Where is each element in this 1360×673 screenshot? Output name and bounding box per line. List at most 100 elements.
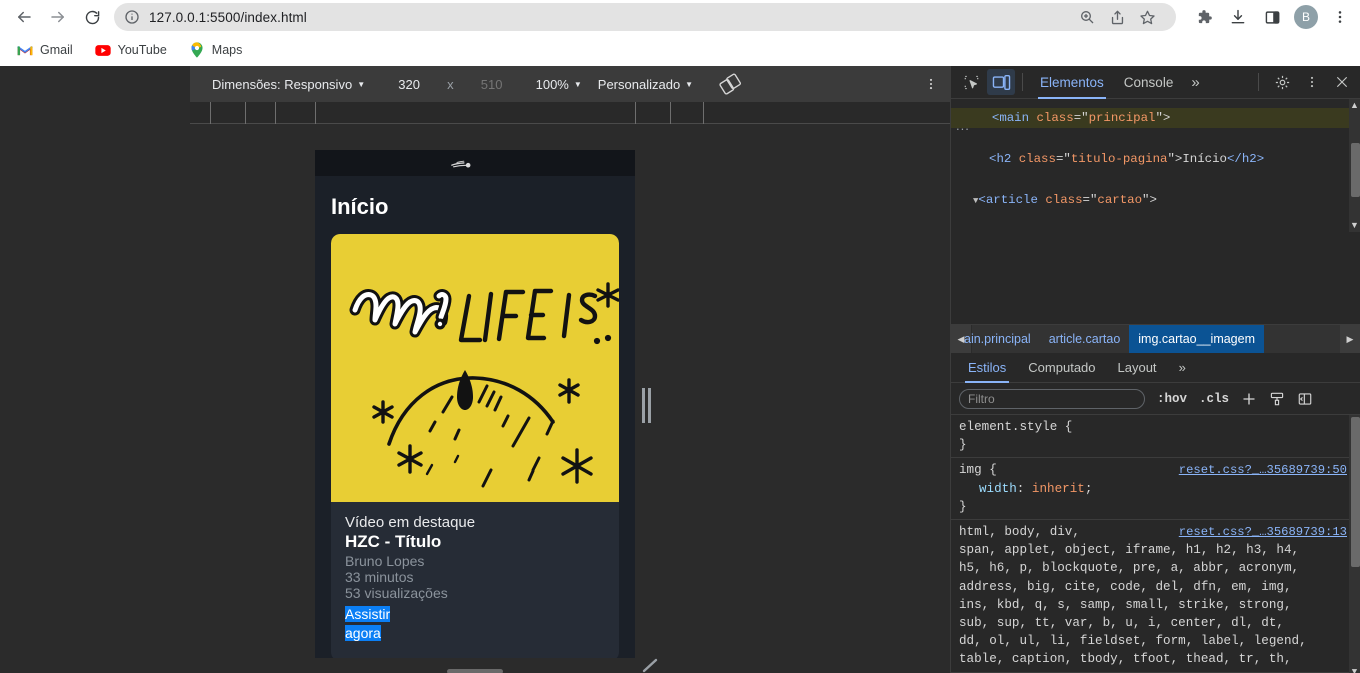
card-banner-image[interactable] [331, 234, 619, 502]
dom-line-main[interactable]: <main class="principal"> [951, 107, 1360, 128]
dom-line-article[interactable]: ▼<article class="cartao"> [951, 190, 1360, 212]
bookmark-gmail[interactable]: Gmail [12, 39, 78, 61]
share-icon[interactable] [1104, 4, 1130, 30]
toggle-class-button[interactable]: .cls [1199, 392, 1229, 406]
toggle-hover-state-button[interactable]: :hov [1157, 392, 1187, 406]
add-style-rule-icon[interactable] [1241, 391, 1257, 407]
dom-tree[interactable]: <main class="principal"> <h2 class="titu… [951, 99, 1360, 232]
viewport-height-input[interactable] [463, 74, 520, 94]
bookmark-maps[interactable]: Maps [184, 39, 248, 61]
breadcrumb-item-img[interactable]: img.cartao__imagem [1129, 325, 1264, 353]
card-watch-link[interactable]: Assistir agora [345, 605, 393, 643]
dom-article-attr: class [1045, 192, 1083, 207]
styles-scroll-thumb[interactable] [1351, 417, 1360, 567]
devtools-kebab-menu[interactable] [1298, 69, 1326, 95]
card-watch-link-line1[interactable]: Assistir [345, 605, 391, 622]
breadcrumb-next-button[interactable]: ▶ [1340, 325, 1360, 353]
styles-more-tabs-icon[interactable]: » [1168, 353, 1197, 383]
rotate-device-icon[interactable] [719, 73, 742, 95]
chrome-menu-button[interactable] [1326, 3, 1354, 31]
breadcrumb-item-article[interactable]: article.cartao [1040, 325, 1130, 353]
viewport-ruler[interactable] [190, 102, 950, 124]
browser-toolbar-icons: B [1184, 3, 1360, 31]
featured-card[interactable]: Vídeo em destaque HZC - Título Bruno Lop… [331, 234, 619, 658]
rule-source-link[interactable]: reset.css?_…35689739:50 [1179, 461, 1347, 479]
scroll-up-arrow-icon[interactable]: ▲ [1350, 101, 1359, 110]
bookmark-youtube[interactable]: YouTube [90, 39, 172, 61]
dom-h2-close: h2 [1241, 151, 1257, 166]
reload-button[interactable] [78, 3, 106, 31]
profile-avatar[interactable]: B [1292, 3, 1320, 31]
side-panel-icon[interactable] [1258, 3, 1286, 31]
extensions-puzzle-icon[interactable] [1190, 3, 1218, 31]
maps-pin-icon [189, 42, 205, 58]
dom-h2-text: Início [1182, 151, 1227, 166]
dom-breadcrumb: ◀ ain.principal article.cartao img.carta… [951, 324, 1360, 353]
rule-source-link[interactable]: reset.css?_…35689739:13 [1179, 523, 1347, 541]
zoom-icon[interactable] [1074, 4, 1100, 30]
declaration-property[interactable]: width [979, 482, 1017, 496]
scroll-down-arrow-icon[interactable]: ▼ [1350, 668, 1359, 673]
forward-button[interactable] [44, 3, 72, 31]
dom-tree-scrollbar[interactable]: ▲ ▼ [1349, 99, 1360, 232]
omnibox-actions [1070, 4, 1166, 30]
dom-tree-lines: <main class="principal"> <h2 class="titu… [951, 99, 1360, 232]
element-classes-brush-icon[interactable] [1269, 391, 1285, 407]
tab-computado[interactable]: Computado [1017, 353, 1106, 383]
tab-estilos[interactable]: Estilos [957, 353, 1017, 383]
styles-rules-list[interactable]: element.style { } img { reset.css?_…3568… [951, 415, 1360, 673]
device-toolbar-menu[interactable] [924, 77, 938, 91]
emulated-viewport[interactable]: Início Vídeo em destaque HZC - Título Br… [315, 150, 635, 658]
rule-element-style[interactable]: element.style { } [951, 415, 1360, 459]
dom-line-h2[interactable]: <h2 class="titulo-pagina">Início</h2> [951, 149, 1360, 170]
rule-declaration[interactable]: width: inherit; [959, 480, 1351, 498]
back-button[interactable] [10, 3, 38, 31]
device-emulation-toolbar: Dimensões: Responsivo ▼ x 100% ▼ Persona… [190, 66, 950, 102]
bookmarks-bar: Gmail YouTube Maps [0, 34, 1360, 66]
gear-icon[interactable] [1268, 69, 1296, 95]
dom-ellipsis-badge[interactable]: ... [956, 118, 970, 133]
viewport-corner-resize-handle[interactable] [642, 658, 660, 673]
viewport-width-input[interactable] [381, 74, 438, 94]
dom-line-img[interactable]: <img src="assets/img/banner-mobile_1.png [951, 232, 1360, 233]
site-info-icon[interactable] [124, 9, 140, 25]
avatar-letter: B [1294, 5, 1318, 29]
card-eyebrow: Vídeo em destaque [345, 514, 476, 531]
download-icon[interactable] [1224, 3, 1252, 31]
throttling-select[interactable]: Personalizado ▼ [598, 77, 693, 92]
card-watch-link-line2[interactable]: agora [345, 624, 381, 641]
address-bar[interactable]: 127.0.0.1:5500/index.html [114, 3, 1176, 31]
close-icon[interactable] [1328, 69, 1356, 95]
tab-elementos[interactable]: Elementos [1030, 66, 1114, 99]
scroll-down-arrow-icon[interactable]: ▼ [1350, 221, 1359, 230]
page-header-bar [315, 150, 635, 176]
rule-img[interactable]: img { reset.css?_…35689739:50 width: inh… [951, 458, 1360, 521]
canvas-horizontal-scrollbar[interactable] [447, 669, 503, 673]
page-main: Início Vídeo em destaque HZC - Título Br… [315, 176, 635, 658]
styles-scrollbar[interactable]: ▼ [1349, 415, 1360, 673]
devtools-tabbar: Elementos Console » [951, 66, 1360, 99]
declaration-value[interactable]: inherit [1032, 482, 1085, 496]
more-tabs-chevron-icon[interactable]: » [1183, 74, 1207, 91]
chevron-down-icon: ▼ [357, 80, 366, 89]
dom-scroll-thumb[interactable] [1351, 143, 1360, 197]
bookmark-label: Maps [211, 43, 243, 57]
bookmark-star-icon[interactable] [1134, 4, 1160, 30]
tab-layout[interactable]: Layout [1107, 353, 1168, 383]
bookmark-label: Gmail [40, 43, 73, 57]
dom-article-tag: article [985, 192, 1038, 207]
zoom-select[interactable]: 100% ▼ [536, 77, 582, 92]
computed-sidebar-icon[interactable] [1297, 391, 1313, 407]
dom-article-value: cartao [1097, 192, 1143, 207]
youtube-icon [94, 42, 111, 58]
rule-reset[interactable]: html, body, div, span, applet, object, i… [951, 520, 1360, 673]
viewport-width-resize-handle[interactable] [641, 388, 652, 423]
toggle-device-toolbar-icon[interactable] [987, 69, 1015, 95]
tab-console[interactable]: Console [1114, 66, 1184, 99]
breadcrumb-item-main[interactable]: ain.principal [964, 325, 1040, 353]
styles-filter-input[interactable] [959, 388, 1145, 409]
rule-close-brace: } [959, 499, 967, 514]
device-preset-select[interactable]: Dimensões: Responsivo ▼ [212, 77, 365, 92]
forward-arrow-icon [51, 11, 64, 23]
inspect-element-icon[interactable] [957, 69, 985, 95]
